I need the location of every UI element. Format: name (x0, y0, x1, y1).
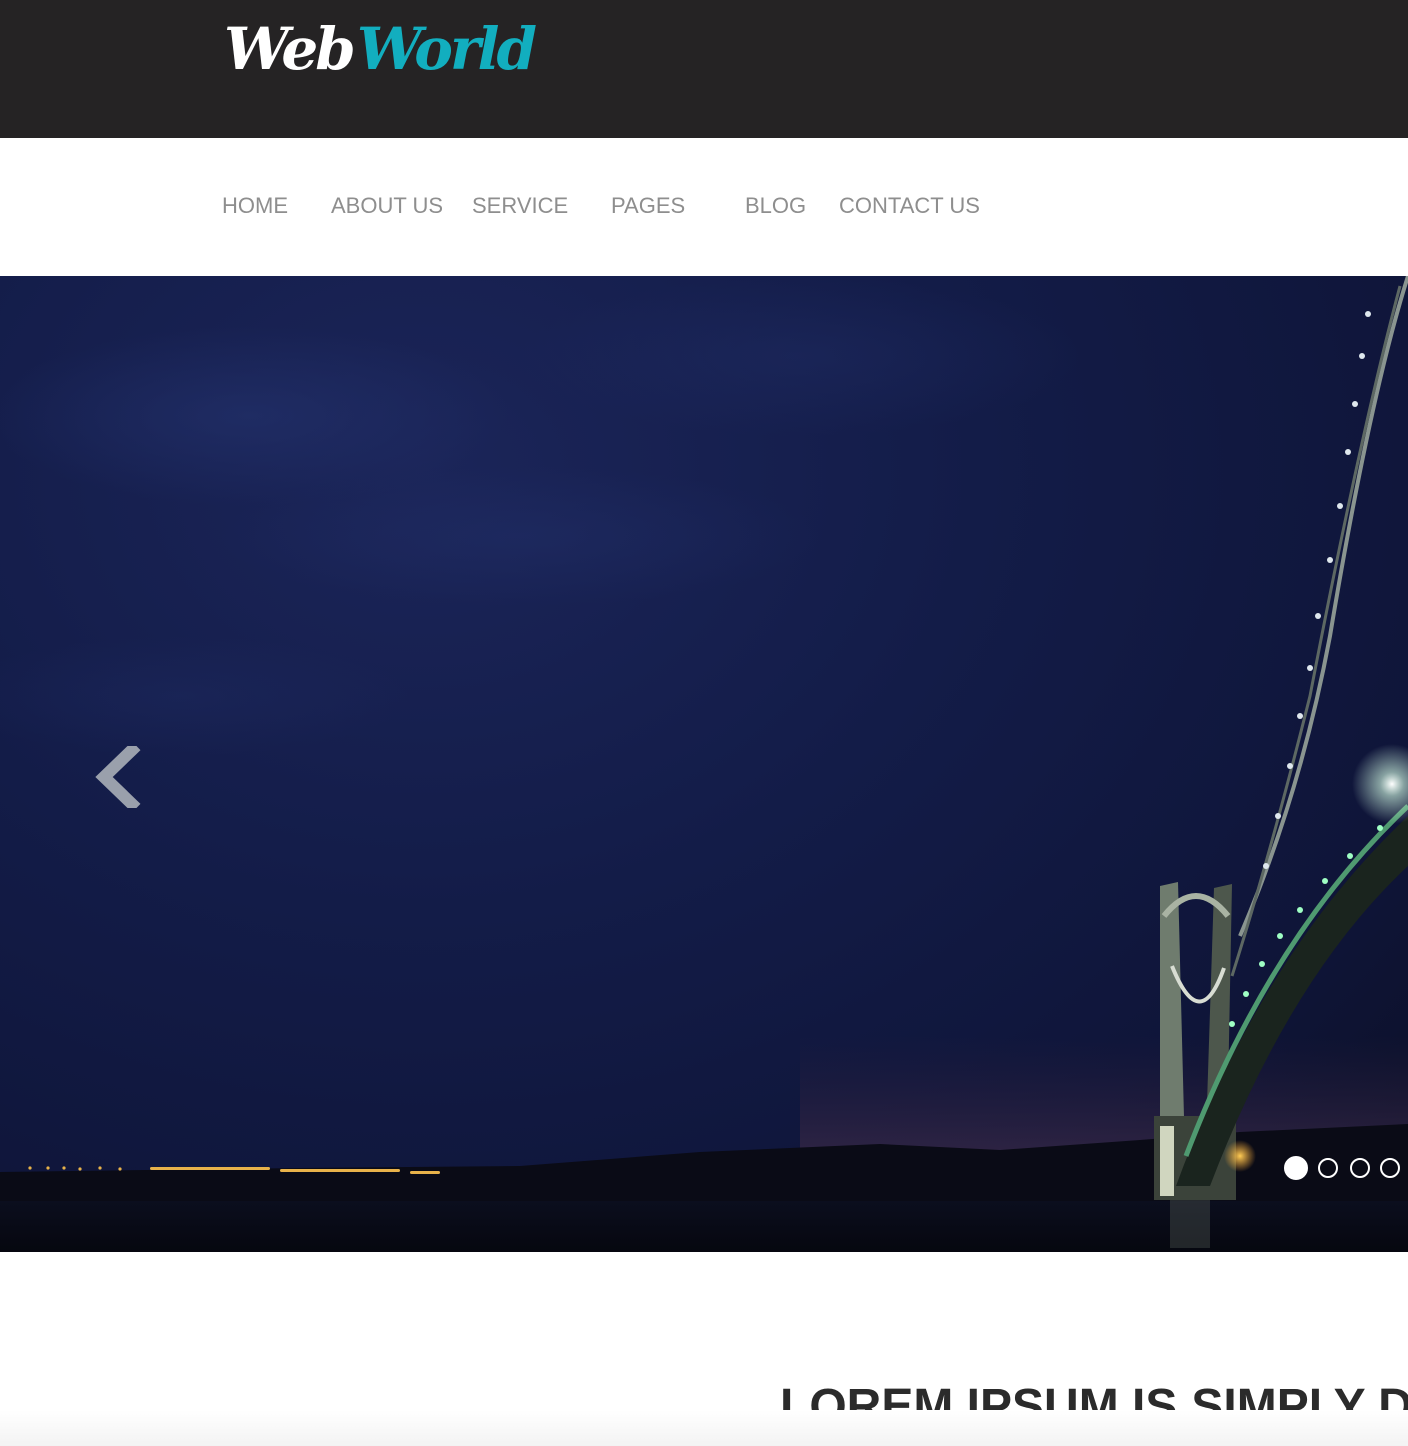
site-logo[interactable]: WebWorld (224, 14, 537, 84)
logo-word-world: World (356, 15, 537, 83)
nav-item-blog[interactable]: BLOG (745, 191, 806, 221)
nav-item-about-us[interactable]: ABOUT US (331, 191, 443, 221)
section-divider (0, 1410, 1408, 1446)
slider-dot-2[interactable] (1318, 1158, 1338, 1178)
nav-item-service[interactable]: SERVICE (472, 191, 568, 221)
chevron-left-icon (95, 746, 141, 808)
logo-word-web: Web (224, 15, 356, 83)
nav-item-contact-us[interactable]: CONTACT US (839, 191, 980, 221)
header-bar: WebWorld (0, 0, 1408, 138)
slider-dot-4[interactable] (1380, 1158, 1400, 1178)
slider-dot-1[interactable] (1284, 1156, 1308, 1180)
main-nav: HOME ABOUT US SERVICE PAGES BLOG CONTACT… (0, 138, 1408, 276)
nav-item-home[interactable]: HOME (222, 191, 288, 221)
nav-item-pages[interactable]: PAGES (611, 191, 685, 221)
slider-prev-button[interactable] (92, 746, 142, 808)
hero-image (0, 276, 1408, 1252)
slider-dot-3[interactable] (1350, 1158, 1370, 1178)
hero-slider (0, 276, 1408, 1252)
